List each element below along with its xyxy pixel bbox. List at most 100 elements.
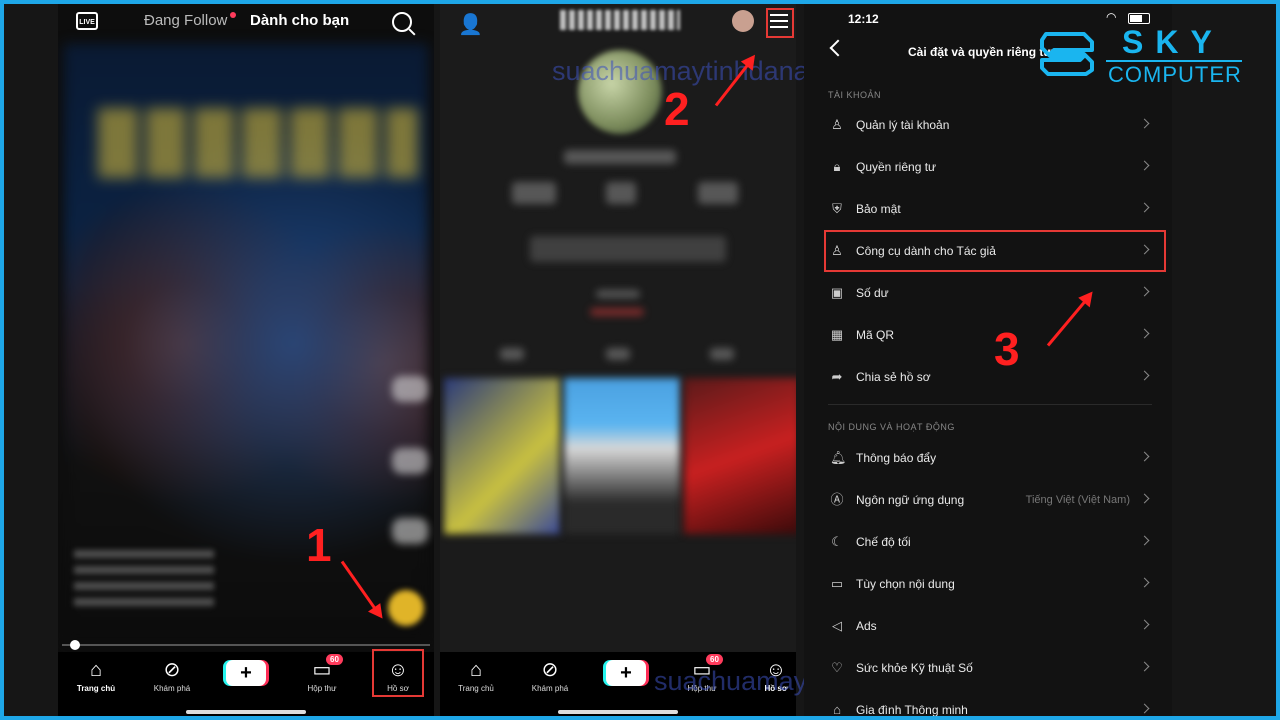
chevron-right-icon [1139,328,1150,339]
music-disc-icon[interactable] [388,590,424,626]
create-button[interactable]: + [226,660,266,686]
nav-label: Khám phá [153,684,191,693]
profile-username [560,10,680,30]
video-thumbnail[interactable] [564,378,680,534]
settings-row-content-preferences[interactable]: ▭ Tùy chọn nội dung [824,565,1156,603]
feed-top-bar: LIVE Đang Follow Dành cho bạn [58,4,434,40]
settings-row-ads[interactable]: ◁ Ads [824,607,1156,645]
row-label: Chế độ tối [856,535,911,549]
nav-discover[interactable]: ⊘ Khám phá [520,658,580,693]
video-thumbnail[interactable] [684,378,796,534]
row-label: Thông báo đẩy [856,451,937,465]
settings-row-family-pairing[interactable]: ⌂ Gia đình Thông minh [824,691,1156,716]
settings-row-manage-account[interactable]: ♙ Quản lý tài khoản [824,106,1156,144]
home-icon: ⌂ [89,659,103,681]
person-icon: ♙ [831,117,843,132]
following-count [512,182,556,204]
row-label: Số dư [856,286,889,300]
settings-row-app-language[interactable]: Ⓐ Ngôn ngữ ứng dụng Tiếng Việt (Việt Nam… [824,481,1156,519]
tab-following[interactable]: Đang Follow [144,12,227,29]
chevron-right-icon [1139,451,1150,462]
settings-row-security[interactable]: ⛨ Bảo mật [824,190,1156,228]
profile-screen: 👤 ⌂ Trang chủ ⊘ Khám phá + ▭ 60 Hộp thư … [440,4,796,716]
followers-count [606,182,636,204]
settings-screen: 12:12 ◠ Cài đặt và quyền riêng tư TÀI KH… [804,4,1172,716]
qr-icon: ▦ [830,327,844,342]
avatar[interactable] [732,10,754,32]
wallet-icon: ▣ [830,285,844,300]
chevron-right-icon [1139,118,1150,129]
row-label: Quyền riêng tư [856,160,937,174]
settings-row-qr-code[interactable]: ▦ Mã QR [824,316,1156,354]
wellbeing-icon: ♡ [831,660,843,675]
progress-handle[interactable] [70,640,80,650]
search-icon[interactable] [392,12,412,32]
row-label: Tùy chọn nội dung [856,577,955,591]
nav-home[interactable]: ⌂ Trang chủ [446,658,506,693]
profile-handle [564,150,676,164]
video-thumbnail[interactable] [444,378,560,534]
status-time: 12:12 [848,12,879,26]
compass-icon: ⊘ [163,659,181,681]
battery-icon [1128,13,1150,24]
private-tab[interactable] [606,348,630,360]
page-title: Cài đặt và quyền riêng tư [908,45,1053,59]
nav-home[interactable]: ⌂ Trang chủ [66,658,126,693]
video-caption-overlay [98,108,418,178]
share-button[interactable] [392,518,428,544]
like-button[interactable] [392,376,428,402]
settings-row-share-profile[interactable]: ➦ Chia sẻ hồ sơ [824,358,1156,396]
comment-button[interactable] [392,448,428,474]
nav-label: Hộp thư [307,684,337,693]
create-button[interactable]: + [606,660,646,686]
chevron-right-icon [1139,577,1150,588]
back-icon[interactable] [829,39,847,57]
section-header-content: NỘI DUNG VÀ HOẠT ĐỘNG [828,422,955,432]
inbox-badge: 60 [326,654,343,665]
videos-tab[interactable] [500,348,524,360]
live-icon[interactable]: LIVE [76,12,98,30]
wifi-icon: ◠ [1106,10,1117,24]
logo-text-computer: COMPUTER [1108,62,1242,87]
nav-label: Khám phá [531,684,569,693]
settings-row-privacy[interactable]: 🔒︎ Quyền riêng tư [824,148,1156,186]
settings-row-digital-wellbeing[interactable]: ♡ Sức khỏe Kỹ thuật Số [824,649,1156,687]
chevron-right-icon [1139,202,1150,213]
chevron-right-icon [1139,703,1150,714]
edit-profile-button[interactable] [530,236,726,262]
highlight-box-menu [766,8,794,38]
row-label: Sức khỏe Kỹ thuật Số [856,661,973,675]
bell-icon: 🔔︎ [830,450,847,465]
chevron-right-icon [1139,370,1150,381]
bio-link[interactable] [590,308,644,316]
step-number-3: 3 [994,323,1020,375]
compass-icon: ⊘ [541,659,559,681]
row-label: Ads [856,619,877,633]
chevron-right-icon [1139,493,1150,504]
language-icon: Ⓐ [830,492,844,507]
settings-row-dark-mode[interactable]: ☾ Chế độ tối [824,523,1156,561]
chevron-right-icon [1139,661,1150,672]
section-divider [828,404,1152,405]
home-indicator [558,710,678,714]
step-number-1: 1 [306,519,332,571]
lock-icon: 🔒︎ [833,159,841,174]
home-icon: ⌂ [469,659,483,681]
moon-icon: ☾ [831,534,843,549]
add-user-icon[interactable]: 👤 [458,12,483,37]
step-number-2: 2 [664,83,690,135]
liked-tab[interactable] [710,348,734,360]
shield-icon: ⛨ [832,201,842,216]
video-progress-bar[interactable] [62,644,430,646]
nav-inbox[interactable]: ▭ 60 Hộp thư [292,654,352,693]
logo-mark-icon [1040,32,1094,76]
chevron-right-icon [1139,160,1150,171]
highlight-box-creator-tools [824,230,1166,272]
tab-for-you[interactable]: Dành cho bạn [250,12,349,29]
settings-row-balance[interactable]: ▣ Số dư [824,274,1156,312]
settings-row-push-notifications[interactable]: 🔔︎ Thông báo đẩy [824,439,1156,477]
row-label: Gia đình Thông minh [856,703,968,716]
row-label: Mã QR [856,328,895,342]
nav-discover[interactable]: ⊘ Khám phá [142,658,202,693]
screenshot-frame: LIVE Đang Follow Dành cho bạn ⌂ Trang ch… [4,4,1276,716]
